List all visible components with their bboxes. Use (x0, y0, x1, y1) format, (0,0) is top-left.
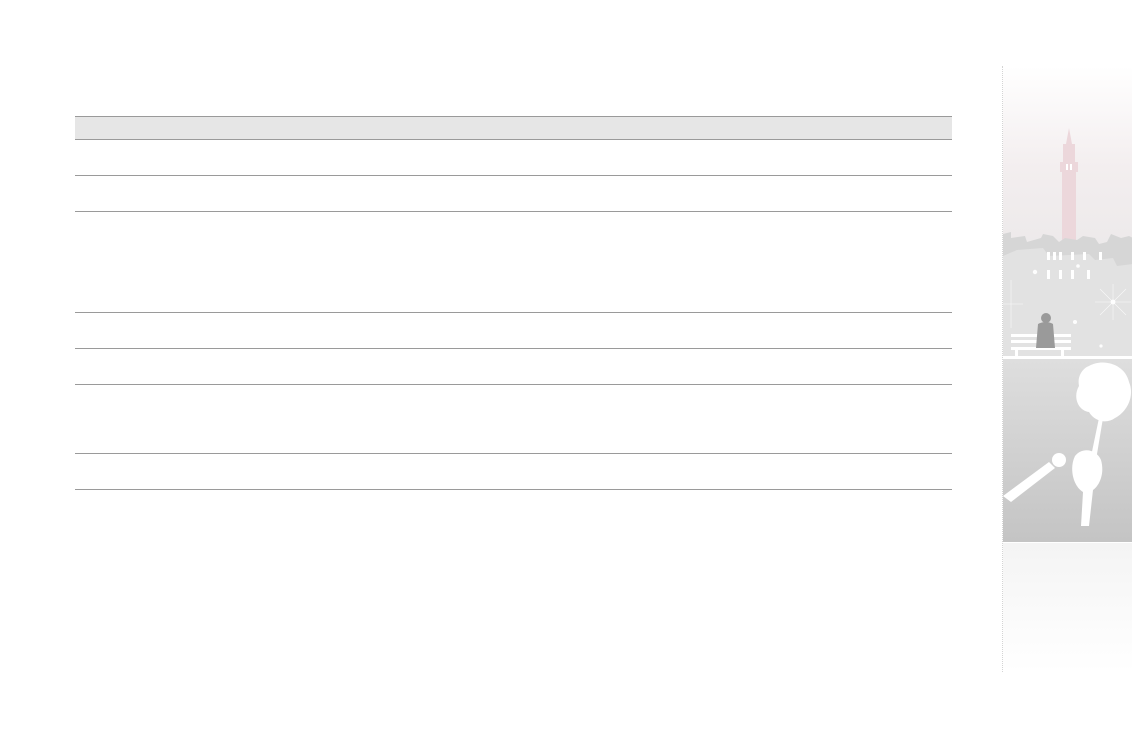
table-header-row (75, 116, 952, 140)
content-table (75, 116, 952, 490)
table-row (75, 313, 952, 349)
side-decoration-panel (1002, 66, 1132, 672)
document-page (0, 0, 1132, 747)
table-row (75, 212, 952, 313)
city-park-illustration-icon (1003, 66, 1132, 672)
table-row (75, 385, 952, 454)
table-row (75, 349, 952, 385)
table-row (75, 140, 952, 176)
table-row (75, 176, 952, 212)
table-row (75, 454, 952, 490)
